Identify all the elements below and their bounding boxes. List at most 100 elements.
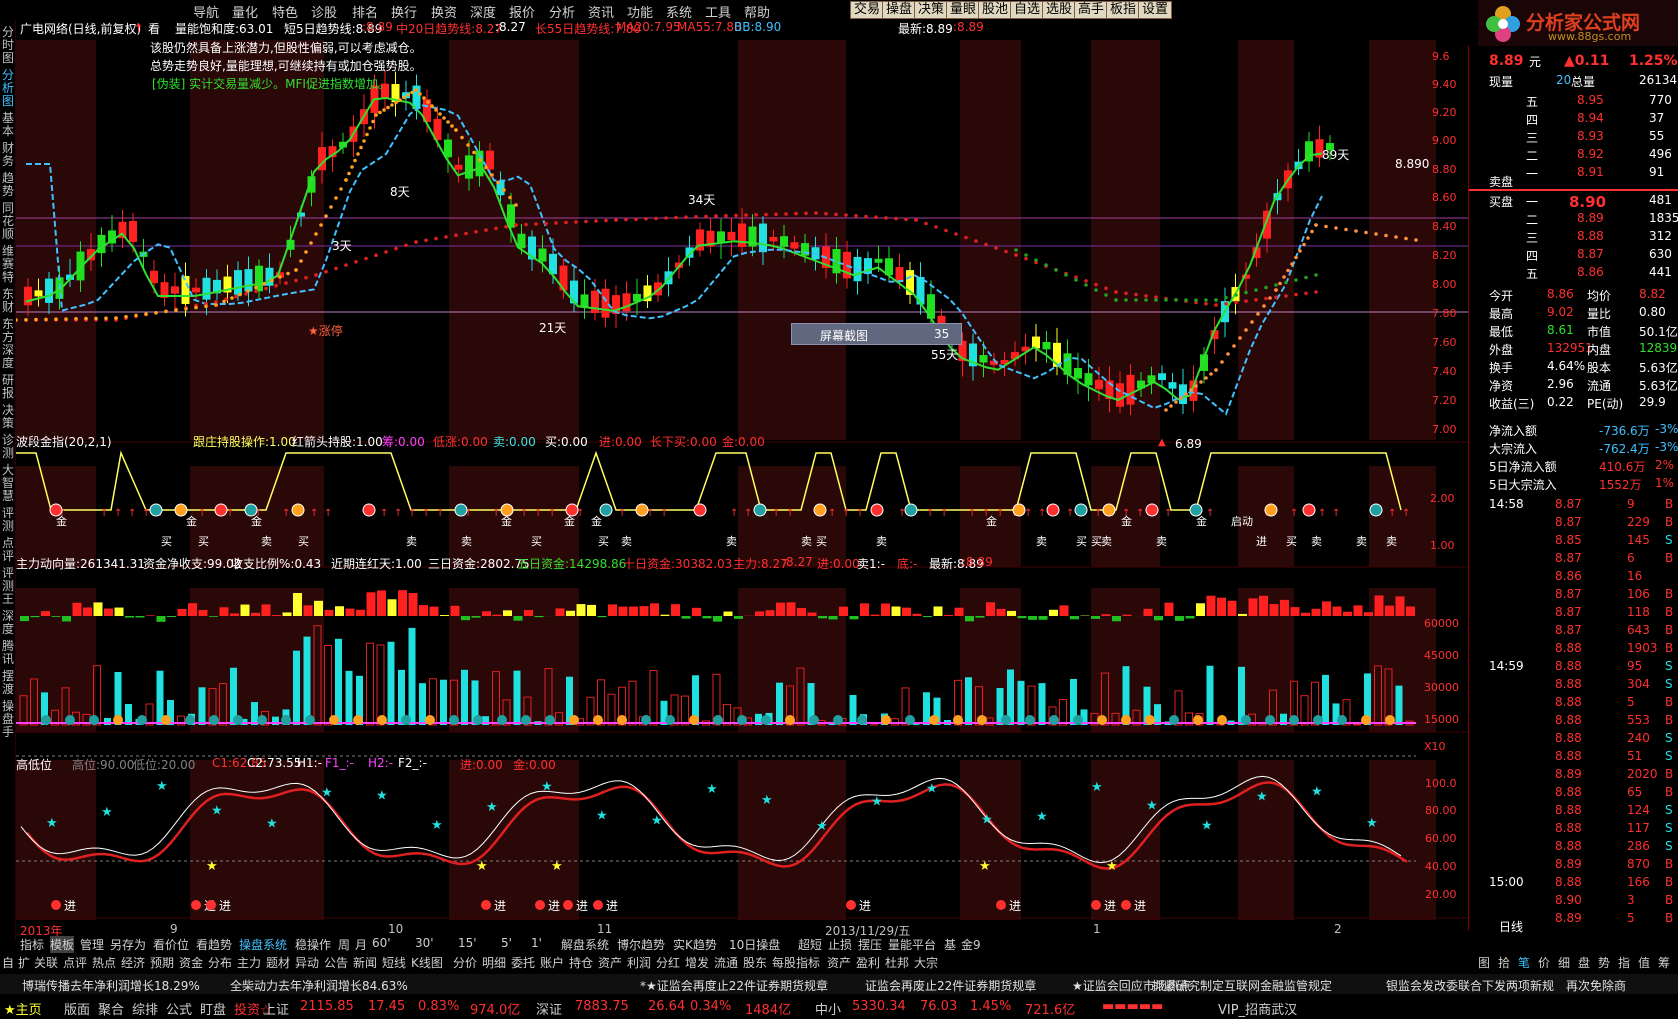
quote-view-tab[interactable]: 图 xyxy=(1478,954,1490,971)
function-tab[interactable]: 点评 xyxy=(63,954,87,971)
function-tab[interactable]: 自 xyxy=(2,954,14,971)
indicator-tab[interactable]: 量能平台 xyxy=(888,936,936,953)
indicator-tab[interactable]: 摆压 xyxy=(858,936,882,953)
function-tab[interactable]: 委托 xyxy=(511,954,535,971)
menu-item[interactable]: 换资 xyxy=(431,2,457,21)
top-button[interactable]: 板指 xyxy=(1106,1,1141,19)
left-tab[interactable]: 分析图 xyxy=(2,69,15,108)
top-button[interactable]: 自选 xyxy=(1010,1,1045,19)
left-tab[interactable]: 研报 xyxy=(2,374,15,400)
indicator-tab[interactable]: 指标 xyxy=(20,936,44,953)
news-item[interactable]: *★证监会再度止22件证券期货规章 xyxy=(640,977,828,994)
indicator-tab[interactable]: 1' xyxy=(531,936,542,950)
main-chart[interactable]: ↑ ↑ ↑ ↑ ↑ ↑ ↑ ↑ ↑ ↑ ↑ ↑ ↑ ↑ ↑ ↑ ↑ ↑ ↑ ↑ ↑ ↑ ↑ ↑ ↑ ↑ ↑ ↑ ↑ ↑ ↑ ↑ ↑ ↑ ↑ ↑ ↑ ↑ ↑ ↑… xyxy=(16,20,1468,930)
menu-item[interactable]: 换行 xyxy=(391,2,417,21)
indicator-tab[interactable]: 管理 xyxy=(80,936,104,953)
menu-item[interactable]: 特色 xyxy=(272,2,298,21)
left-tab[interactable]: 评测 xyxy=(2,507,15,533)
top-button[interactable]: 操盘 xyxy=(882,1,917,19)
menu-item[interactable]: 系统 xyxy=(666,2,692,21)
function-tab[interactable]: 利润 xyxy=(627,954,651,971)
function-tab[interactable]: 分价 xyxy=(453,954,477,971)
menu-item[interactable]: 导航 xyxy=(193,2,219,21)
quote-view-tab[interactable]: 值 xyxy=(1638,954,1650,971)
indicator-tab[interactable]: 另存为 xyxy=(110,936,146,953)
function-tab[interactable]: 短线 xyxy=(382,954,406,971)
quote-view-tab[interactable]: 势 xyxy=(1598,954,1610,971)
news-item[interactable]: 全柴动力去年净利润增长84.63% xyxy=(230,977,408,994)
menu-item[interactable]: 诊股 xyxy=(311,2,337,21)
indicator-tab[interactable]: 月 xyxy=(355,936,367,953)
left-tab[interactable]: 诊测 xyxy=(2,434,15,460)
indicator-tab[interactable]: 模板 xyxy=(50,936,75,953)
news-item[interactable]: 再次免除商 xyxy=(1566,977,1626,994)
indicator-tab[interactable]: 10日操盘 xyxy=(729,936,780,953)
function-tab[interactable]: 主力 xyxy=(237,954,261,971)
left-tab[interactable]: 摆渡 xyxy=(2,670,15,696)
function-tab[interactable]: 明细 xyxy=(482,954,506,971)
function-tab[interactable]: 公告 xyxy=(324,954,348,971)
indicator-tab[interactable]: 金9 xyxy=(961,936,981,953)
function-tab[interactable]: 资产 xyxy=(827,954,851,971)
indicator-tab[interactable]: 15' xyxy=(458,936,477,950)
indicator-tab[interactable]: 博尔趋势 xyxy=(617,936,665,953)
top-button[interactable]: 高手 xyxy=(1074,1,1109,19)
function-tab[interactable]: 分红 xyxy=(656,954,680,971)
function-tab[interactable]: 关联 xyxy=(34,954,58,971)
menu-item[interactable]: 排名 xyxy=(352,2,378,21)
function-tab[interactable]: 流通 xyxy=(714,954,738,971)
function-tab[interactable]: 新闻 xyxy=(353,954,377,971)
quote-view-tab[interactable]: 细 xyxy=(1558,954,1570,971)
left-tab[interactable]: 趋势 xyxy=(2,172,15,198)
function-tab[interactable]: 大宗 xyxy=(914,954,938,971)
left-tab[interactable]: 大智慧 xyxy=(2,464,15,503)
news-item[interactable]: 银监会发改委联合下发两项新规 xyxy=(1386,977,1554,994)
left-tab[interactable]: 分时图 xyxy=(2,26,15,65)
top-button[interactable]: 设置 xyxy=(1138,1,1173,19)
left-tab[interactable]: 维赛特 xyxy=(2,245,15,284)
indicator-tab[interactable]: 实K趋势 xyxy=(673,936,717,953)
menu-item[interactable]: 深度 xyxy=(470,2,496,21)
function-tab[interactable]: 预期 xyxy=(150,954,174,971)
function-tab[interactable]: K线图 xyxy=(411,954,443,971)
function-tab[interactable]: 每股指标 xyxy=(772,954,820,971)
indicator-tab[interactable]: 稳操作 xyxy=(295,936,331,953)
menu-item[interactable]: 报价 xyxy=(509,2,535,21)
indicator-tab[interactable]: 操盘系统 xyxy=(239,936,287,953)
menu-item[interactable]: 资讯 xyxy=(588,2,614,21)
indicator-tab[interactable]: 看价位 xyxy=(153,936,189,953)
function-tab[interactable]: 盈利 xyxy=(856,954,880,971)
indicator-tab[interactable]: 基 xyxy=(944,936,956,953)
left-tab[interactable]: 财务 xyxy=(2,142,15,168)
function-tab[interactable]: 经济 xyxy=(121,954,145,971)
indicator-tab[interactable]: 止损 xyxy=(828,936,852,953)
indicator-tab[interactable]: 看趋势 xyxy=(196,936,232,953)
left-tab[interactable]: 东方深度 xyxy=(2,318,15,370)
top-button[interactable]: 选股 xyxy=(1042,1,1077,19)
indicator-tab[interactable]: 超短 xyxy=(798,936,822,953)
left-tab[interactable]: 决策 xyxy=(2,404,15,430)
indicator-tab[interactable]: 60' xyxy=(372,936,391,950)
function-tab[interactable]: 异动 xyxy=(295,954,319,971)
function-tab[interactable]: 股东 xyxy=(743,954,767,971)
top-button[interactable]: 决策 xyxy=(914,1,949,19)
left-tab[interactable]: 东财 xyxy=(2,288,15,314)
function-tab[interactable]: 杜邦 xyxy=(885,954,909,971)
indicator-tab[interactable]: 周 xyxy=(338,936,350,953)
menu-item[interactable]: 功能 xyxy=(627,2,653,21)
news-item[interactable]: 证监会再废止22件证券期货规章 xyxy=(865,977,1036,994)
menu-item[interactable]: 分析 xyxy=(549,2,575,21)
top-button[interactable]: 股池 xyxy=(978,1,1013,19)
menu-item[interactable]: 工具 xyxy=(705,2,731,21)
indicator-tab[interactable]: 5' xyxy=(501,936,512,950)
left-tab[interactable]: 基本 xyxy=(2,112,15,138)
quote-view-tab[interactable]: 盘 xyxy=(1578,954,1590,971)
menu-item[interactable]: 量化 xyxy=(232,2,258,21)
quote-view-tab[interactable]: 筹 xyxy=(1658,954,1670,971)
daily-label[interactable]: 日线 xyxy=(1499,918,1523,935)
quote-view-tab[interactable]: 拾 xyxy=(1498,954,1510,971)
function-tab[interactable]: 资金 xyxy=(179,954,203,971)
left-tab[interactable]: 操盘手 xyxy=(2,700,15,739)
top-button[interactable]: 交易 xyxy=(850,1,885,19)
indicator-tab[interactable]: 解盘系统 xyxy=(561,936,609,953)
